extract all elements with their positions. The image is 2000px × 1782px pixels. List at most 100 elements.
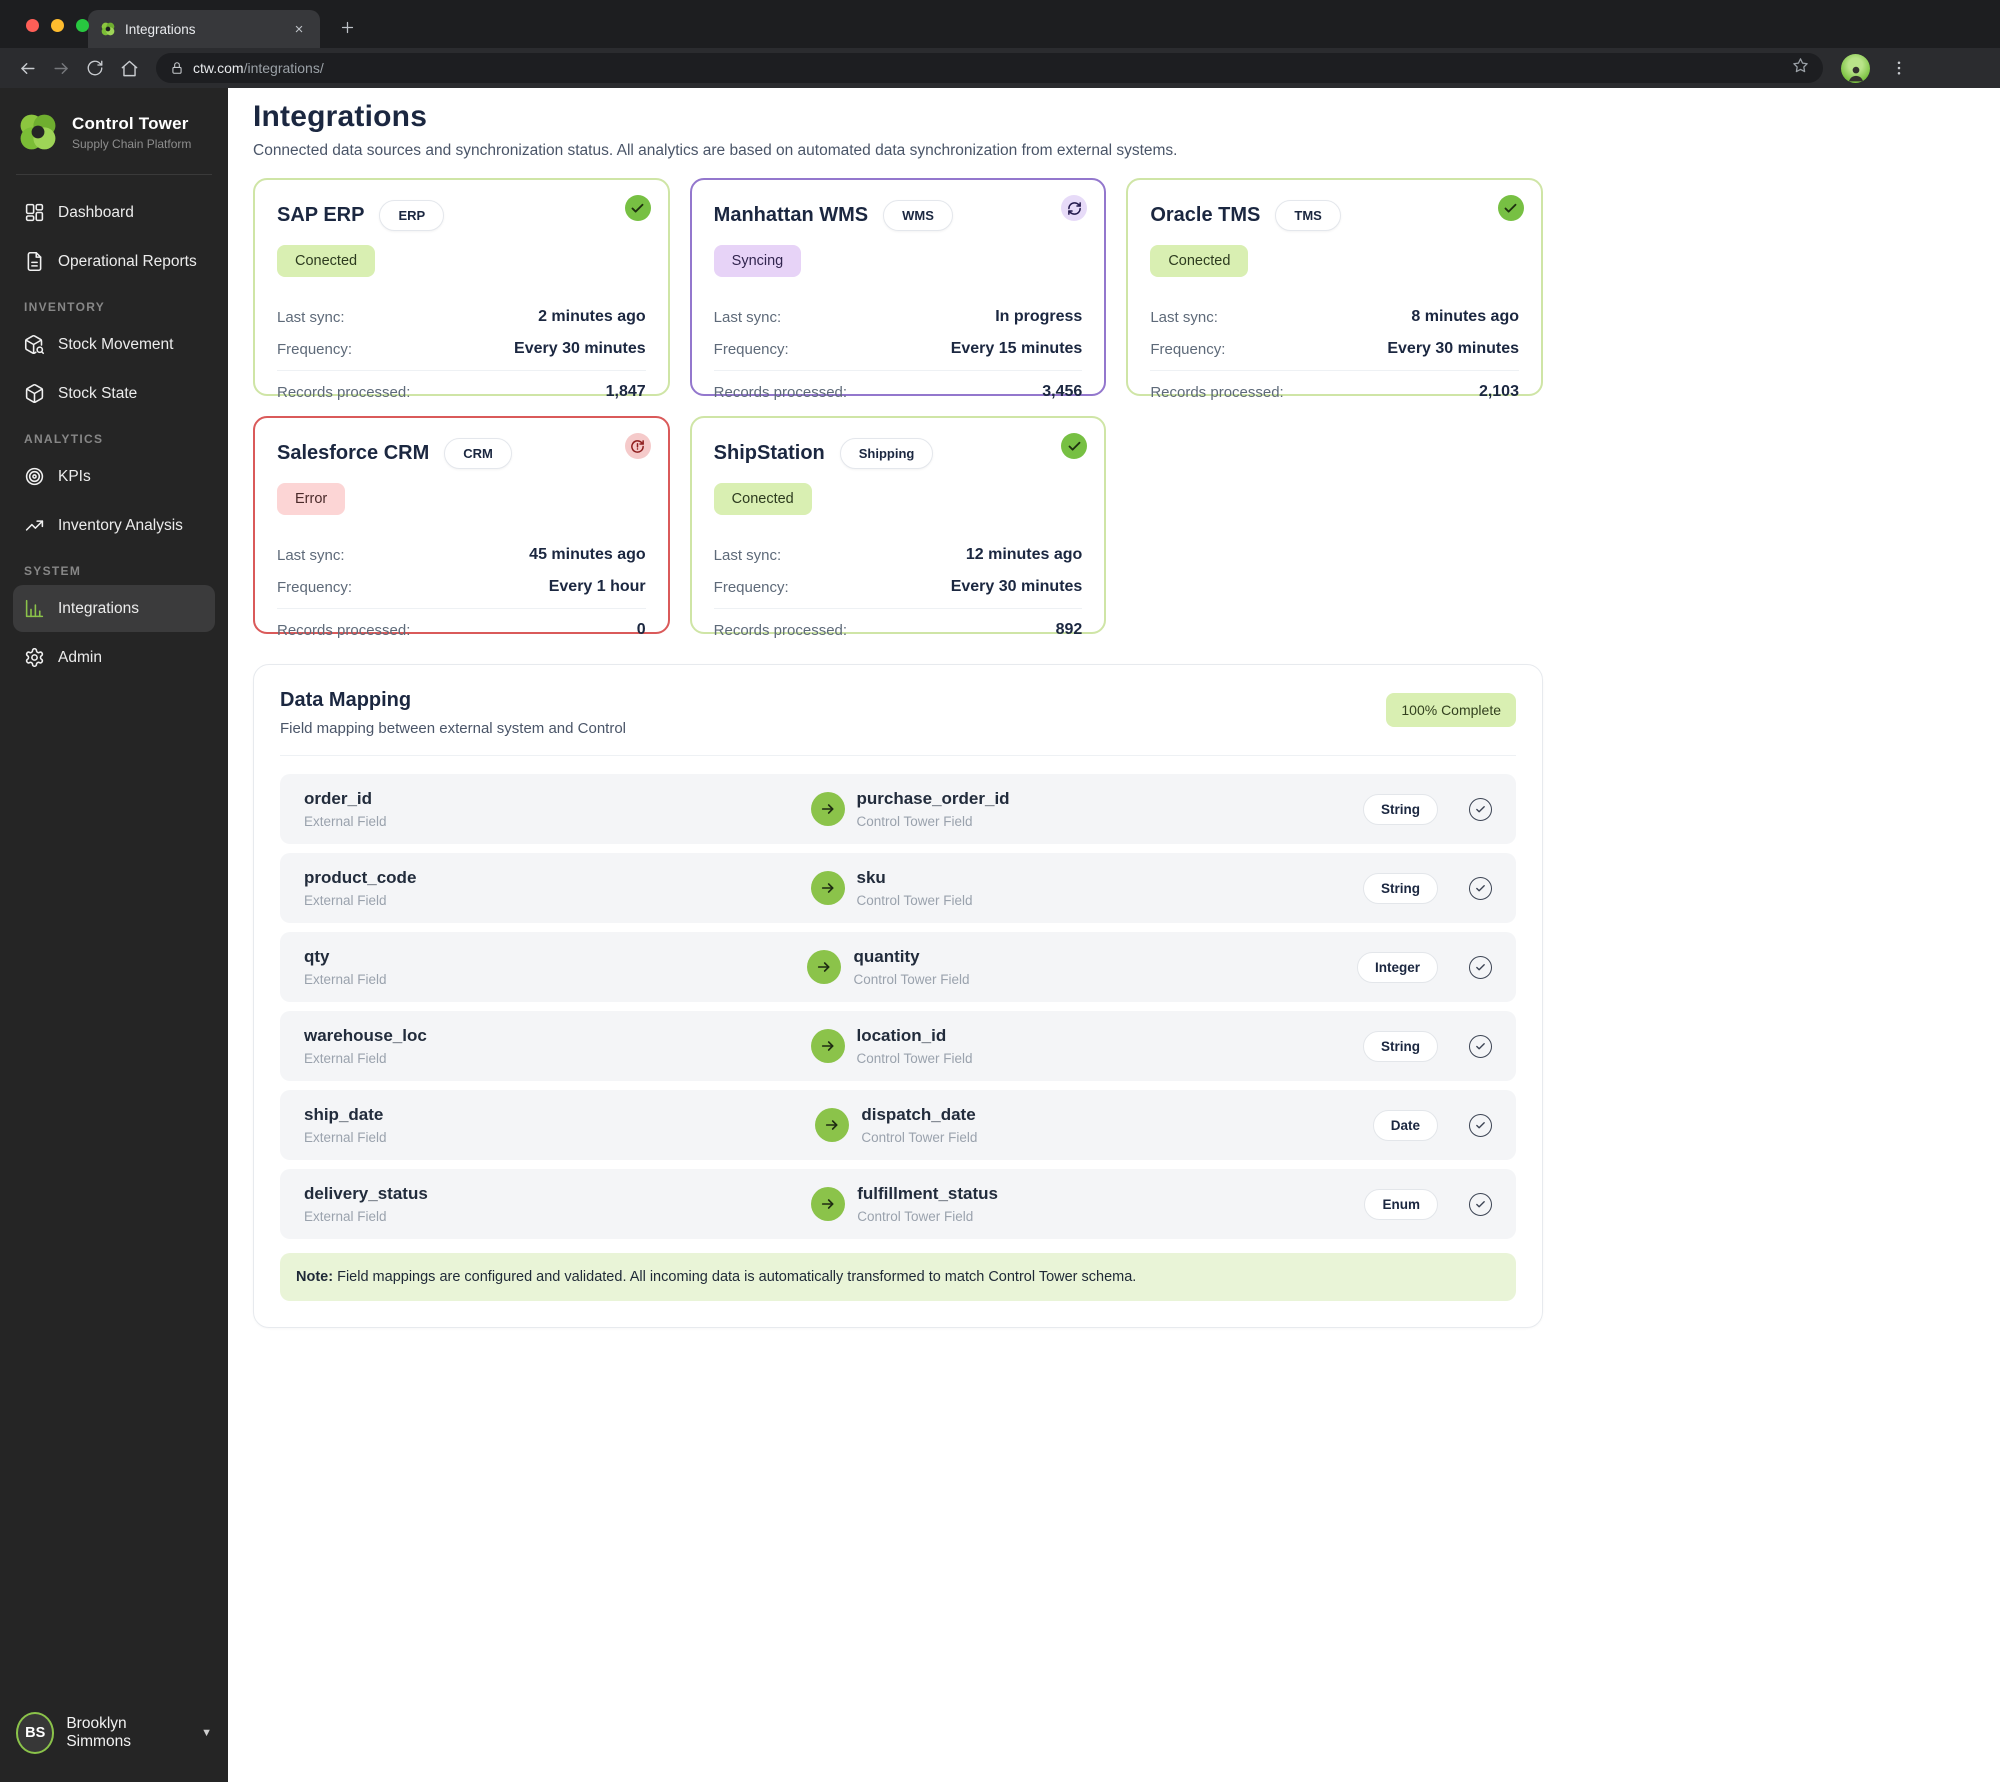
external-field-label: External Field — [304, 1130, 387, 1145]
minimize-window-button[interactable] — [51, 19, 64, 32]
records-value: 2,103 — [1478, 383, 1519, 400]
check-icon — [1476, 884, 1485, 891]
card-divider — [1150, 370, 1519, 371]
external-field-label: External Field — [304, 1051, 387, 1066]
sidebar-item-integrations[interactable]: Integrations — [13, 585, 215, 632]
zoom-window-button[interactable] — [76, 19, 89, 32]
integration-name: Manhattan WMS — [713, 204, 869, 226]
forward-arrow-icon — [53, 62, 68, 74]
last-sync-row: Last sync: In progress — [714, 301, 1083, 333]
integration-card: Manhattan WMS WMS Syncing Last sync: In … — [689, 178, 1107, 401]
control-field-label: Control Tower Field — [856, 1051, 973, 1066]
arrow-right-icon — [822, 1199, 834, 1209]
sidebar-item-stock-state[interactable]: Stock State — [13, 370, 215, 417]
check-icon — [1476, 1200, 1485, 1207]
brand-text: Control Tower Supply Chain Platform — [72, 114, 191, 151]
back-button[interactable] — [12, 53, 42, 83]
mapping-arrow — [810, 1029, 845, 1063]
card-divider — [713, 370, 1083, 371]
sidebar-item-label: Integrations — [58, 599, 139, 617]
records-row: Records processed: 892 — [714, 614, 1083, 646]
sidebar-item-stock-movement[interactable]: Stock Movement — [13, 321, 215, 368]
bar-chart-icon — [25, 599, 44, 618]
tab-close-icon[interactable]: × — [290, 20, 308, 38]
mapping-rows: order_id External Field purchase_order_i… — [280, 774, 1516, 1239]
data-mapping-titles: Data Mapping Field mapping between exter… — [280, 689, 626, 737]
frequency-row: Frequency: Every 30 minutes — [1150, 333, 1519, 365]
sidebar: Control Tower Supply Chain Platform Dash… — [0, 88, 228, 1782]
records-label: Records processed: — [713, 383, 848, 401]
browser-tab[interactable]: Integrations × — [88, 10, 320, 48]
last-sync-row: Last sync: 2 minutes ago — [277, 301, 646, 333]
external-field-label: External Field — [304, 972, 387, 987]
external-field-name: order_id — [304, 789, 373, 808]
mapping-arrow — [815, 1108, 850, 1142]
integration-card: SAP ERP ERP Conected Last sync: 2 minute… — [253, 178, 670, 401]
records-value: 3,456 — [1042, 383, 1083, 400]
home-button[interactable] — [114, 53, 144, 83]
brand-name: Control Tower — [72, 113, 189, 133]
integration-card: Oracle TMS TMS Conected Last sync: 8 min… — [1126, 178, 1543, 401]
last-sync-label: Last sync: — [277, 308, 345, 326]
check-icon — [1476, 1042, 1485, 1049]
control-field: purchase_order_id Control Tower Field — [857, 789, 1364, 829]
last-sync-row: Last sync: 45 minutes ago — [277, 539, 646, 571]
arrow-right-icon — [818, 962, 830, 972]
integration-stats: Last sync: 45 minutes ago Frequency: Eve… — [277, 539, 646, 646]
integration-type-badge: WMS — [883, 200, 953, 231]
frequency-row: Frequency: Every 1 hour — [277, 571, 646, 603]
bookmark-star-button[interactable] — [1792, 57, 1809, 79]
external-field: product_code External Field — [304, 868, 811, 908]
user-name: Brooklyn Simmons — [66, 1715, 131, 1750]
browser-menu-button[interactable] — [1884, 53, 1914, 83]
external-field-label: External Field — [304, 893, 387, 908]
integration-name: Salesforce CRM — [277, 442, 430, 464]
integration-card-header: Salesforce CRM CRM — [277, 438, 646, 469]
browser-profile-avatar[interactable] — [1841, 53, 1870, 83]
data-mapping-header: Data Mapping Field mapping between exter… — [280, 689, 1516, 756]
records-label: Records processed: — [1150, 383, 1284, 401]
validated-check-icon — [1469, 1034, 1492, 1058]
sidebar-item-operational-reports[interactable]: Operational Reports — [13, 238, 215, 285]
back-arrow-icon — [20, 62, 35, 74]
control-field-label: Control Tower Field — [861, 1130, 978, 1145]
card-divider — [277, 370, 646, 371]
external-field: ship_date External Field — [304, 1105, 815, 1145]
control-field: sku Control Tower Field — [857, 868, 1364, 908]
forward-button[interactable] — [46, 53, 76, 83]
status-check-icon — [1061, 433, 1088, 459]
validated-check-icon — [1469, 797, 1492, 821]
control-field-label: Control Tower Field — [856, 814, 973, 829]
mapping-row: qty External Field quantity Control Towe… — [280, 932, 1516, 1002]
sidebar-item-kpis[interactable]: KPIs — [13, 453, 215, 500]
validated-check-icon — [1469, 876, 1492, 900]
integration-type-badge: ERP — [379, 200, 445, 231]
frequency-row: Frequency: Every 15 minutes — [714, 333, 1083, 365]
control-field-label: Control Tower Field — [857, 1209, 974, 1224]
brand-subtitle: Supply Chain Platform — [72, 136, 192, 151]
last-sync-value: 8 minutes ago — [1411, 308, 1519, 325]
data-mapping-title: Data Mapping — [280, 689, 412, 711]
sidebar-item-admin[interactable]: Admin — [13, 634, 215, 681]
sidebar-item-inventory-analysis[interactable]: Inventory Analysis — [13, 502, 215, 549]
lock-icon — [172, 62, 182, 74]
window-controls[interactable] — [26, 19, 89, 32]
reload-button[interactable] — [80, 53, 110, 83]
address-bar[interactable]: ctw.com/integrations/ — [156, 53, 1823, 83]
external-field: warehouse_loc External Field — [304, 1026, 811, 1066]
status-badge: Conected — [277, 245, 376, 277]
status-error-icon — [624, 433, 651, 459]
control-field-name: quantity — [853, 947, 920, 966]
last-sync-row: Last sync: 8 minutes ago — [1150, 301, 1519, 333]
control-field-name: location_id — [856, 1026, 947, 1045]
external-field: qty External Field — [304, 947, 807, 987]
check-icon — [1476, 963, 1485, 970]
user-menu[interactable]: BS Brooklyn Simmons ▼ — [0, 1694, 228, 1782]
last-sync-row: Last sync: 12 minutes ago — [714, 539, 1083, 571]
close-window-button[interactable] — [26, 19, 39, 32]
frequency-label: Frequency: — [1150, 340, 1226, 358]
control-tower-logo — [20, 114, 56, 150]
last-sync-value: 12 minutes ago — [965, 546, 1083, 563]
new-tab-button[interactable] — [334, 14, 360, 40]
sidebar-item-dashboard[interactable]: Dashboard — [13, 189, 215, 236]
